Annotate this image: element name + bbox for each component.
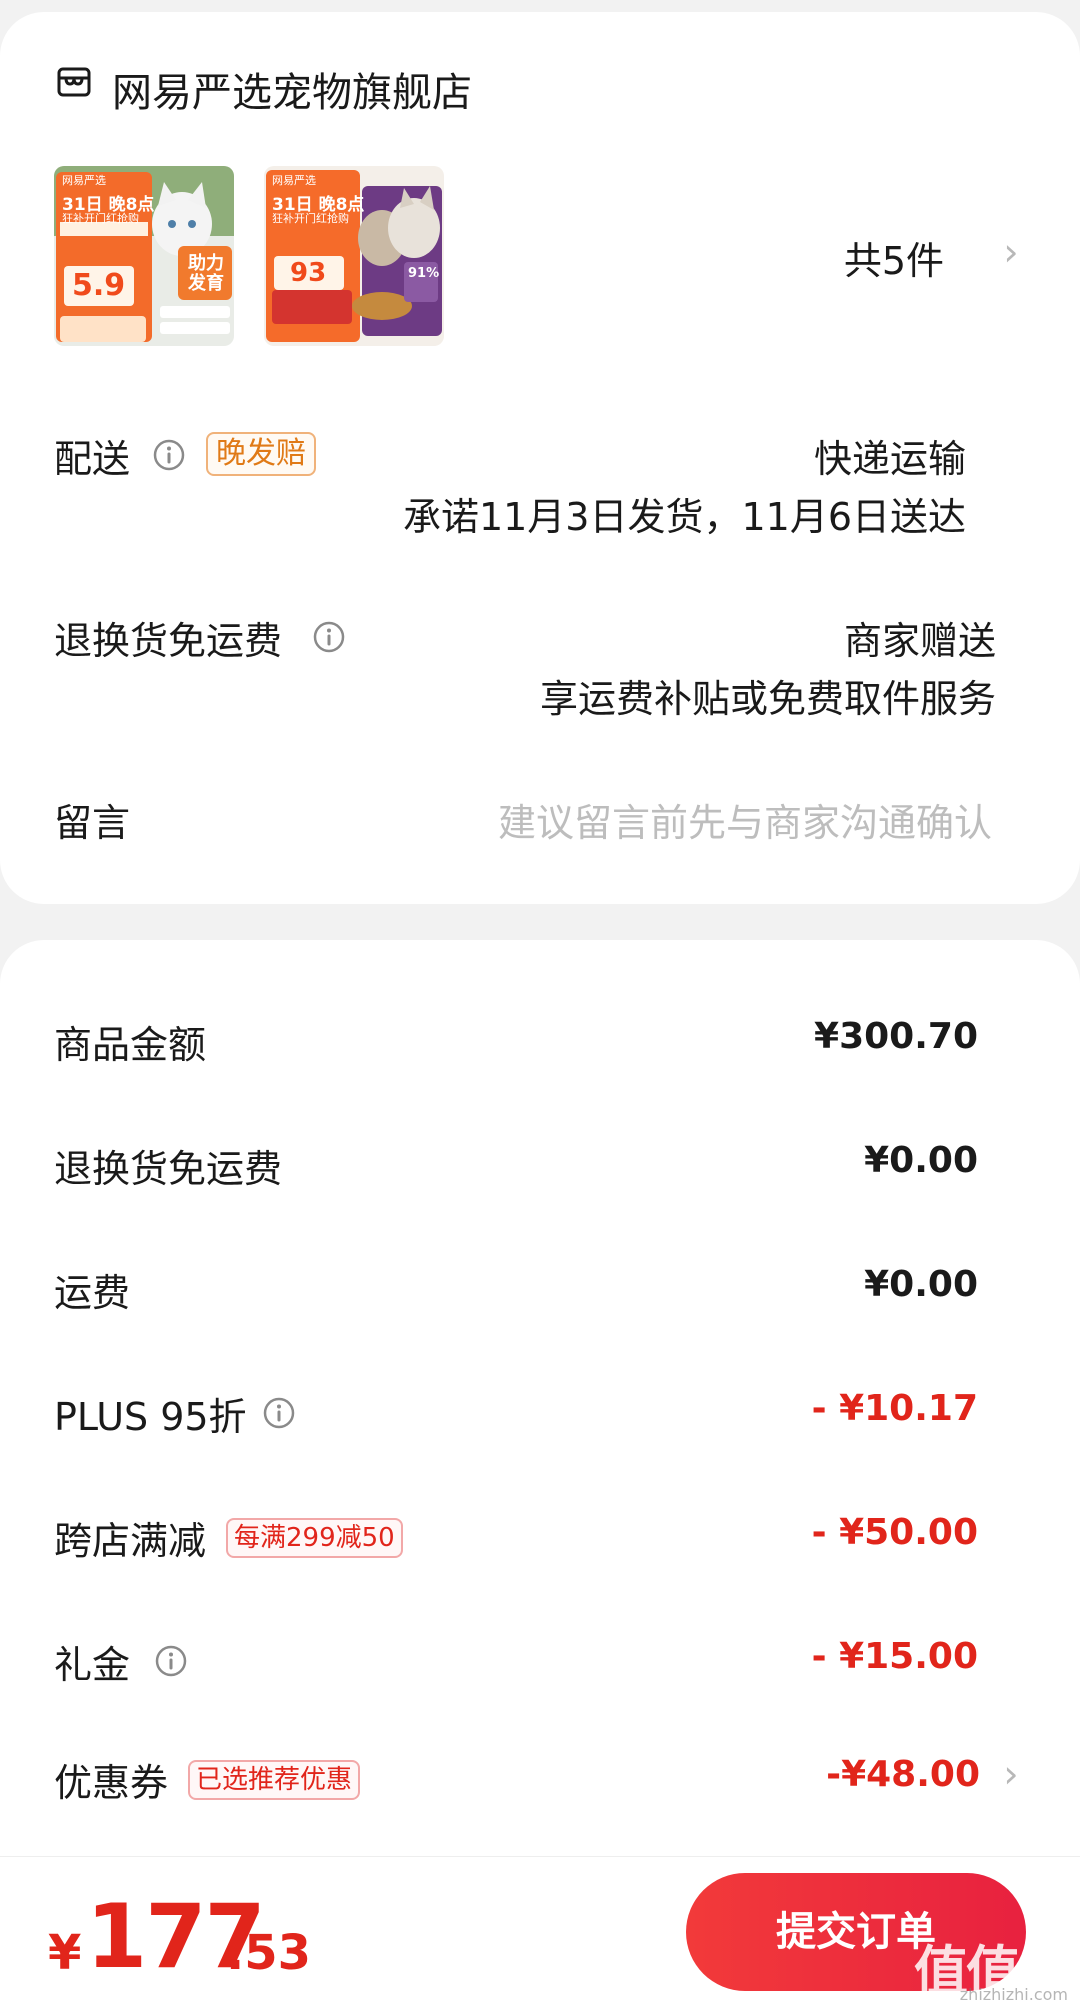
plus-discount-value: - ¥10.17	[811, 1388, 978, 1429]
chevron-right-icon[interactable]: ›	[996, 1754, 1026, 1794]
goods-amount-label: 商品金额	[54, 1023, 207, 1067]
shipping-value: ¥0.00	[864, 1264, 978, 1305]
product-thumbnail[interactable]: 网易严选 31日 晚8点 狂补开门红抢购 93 91%	[264, 166, 444, 346]
watermark-url: zhizhizhi.com	[959, 1985, 1068, 2004]
message-label: 留言	[54, 801, 131, 845]
delivery-label: 配送	[54, 437, 131, 481]
info-icon[interactable]	[312, 620, 346, 654]
product-price: 5.9	[72, 268, 126, 303]
product-promo: 狂补开门红抢购	[272, 212, 349, 225]
return-shipping-value: 商家赠送	[843, 619, 996, 663]
return-shipping-label: 退换货免运费	[54, 619, 283, 663]
shipping-label: 运费	[54, 1271, 131, 1315]
product-brand: 网易严选	[62, 174, 106, 187]
info-icon[interactable]	[262, 1396, 296, 1430]
message-input[interactable]: 建议留言前先与商家沟通确认	[498, 792, 992, 847]
cross-store-tag: 每满299减50	[226, 1518, 403, 1558]
return-fee-label: 退换货免运费	[54, 1147, 283, 1191]
goods-amount-value: ¥300.70	[814, 1016, 978, 1057]
shop-name[interactable]: 网易严选宠物旗舰店	[112, 60, 472, 118]
coupon-value[interactable]: -¥48.00	[826, 1754, 980, 1795]
product-promo: 狂补开门红抢购	[62, 212, 139, 225]
product-thumbnail[interactable]: 网易严选 31日 晚8点 狂补开门红抢购 5.9 助力发育	[54, 166, 234, 346]
gift-money-label: 礼金	[54, 1643, 131, 1687]
delivery-method[interactable]: 快递运输	[814, 428, 966, 483]
return-fee-value: ¥0.00	[864, 1140, 978, 1181]
return-shipping-desc: 享运费补贴或免费取件服务	[539, 677, 996, 721]
product-brand: 网易严选	[272, 174, 316, 187]
product-percent: 91%	[408, 266, 440, 281]
product-slogan: 助力发育	[188, 253, 224, 294]
total-currency: ¥	[48, 1925, 82, 1981]
coupon-label[interactable]: 优惠券	[54, 1752, 168, 1807]
shop-card: 网易严选宠物旗舰店 网易严选 31日 晚8点 狂补开门红抢购 5.9 助力发育	[0, 12, 1080, 904]
late-ship-compensation-tag: 晚发赔	[206, 432, 316, 476]
coupon-tag: 已选推荐优惠	[188, 1760, 361, 1800]
item-count[interactable]: 共5件	[844, 230, 944, 285]
info-icon[interactable]	[154, 1644, 188, 1678]
gift-money-value: - ¥15.00	[811, 1636, 978, 1677]
product-price: 93	[290, 258, 327, 288]
price-detail-card: 商品金额 ¥300.70 退换货免运费 ¥0.00 运费 ¥0.00 PLUS …	[0, 940, 1080, 2004]
delivery-promise: 承诺11月3日发货，11月6日送达	[402, 495, 966, 539]
shop-icon	[57, 67, 91, 97]
info-icon[interactable]	[152, 438, 186, 472]
bottom-bar: ¥ 177 .53 提交订单 值值值 zhizhizhi.com	[0, 1856, 1080, 2004]
total-amount-decimal: .53	[226, 1925, 312, 1981]
plus-discount-label: PLUS 95折	[54, 1395, 247, 1439]
chevron-right-icon[interactable]: ›	[996, 232, 1026, 272]
cross-store-value: - ¥50.00	[811, 1512, 978, 1553]
cross-store-label: 跨店满减	[54, 1519, 207, 1563]
